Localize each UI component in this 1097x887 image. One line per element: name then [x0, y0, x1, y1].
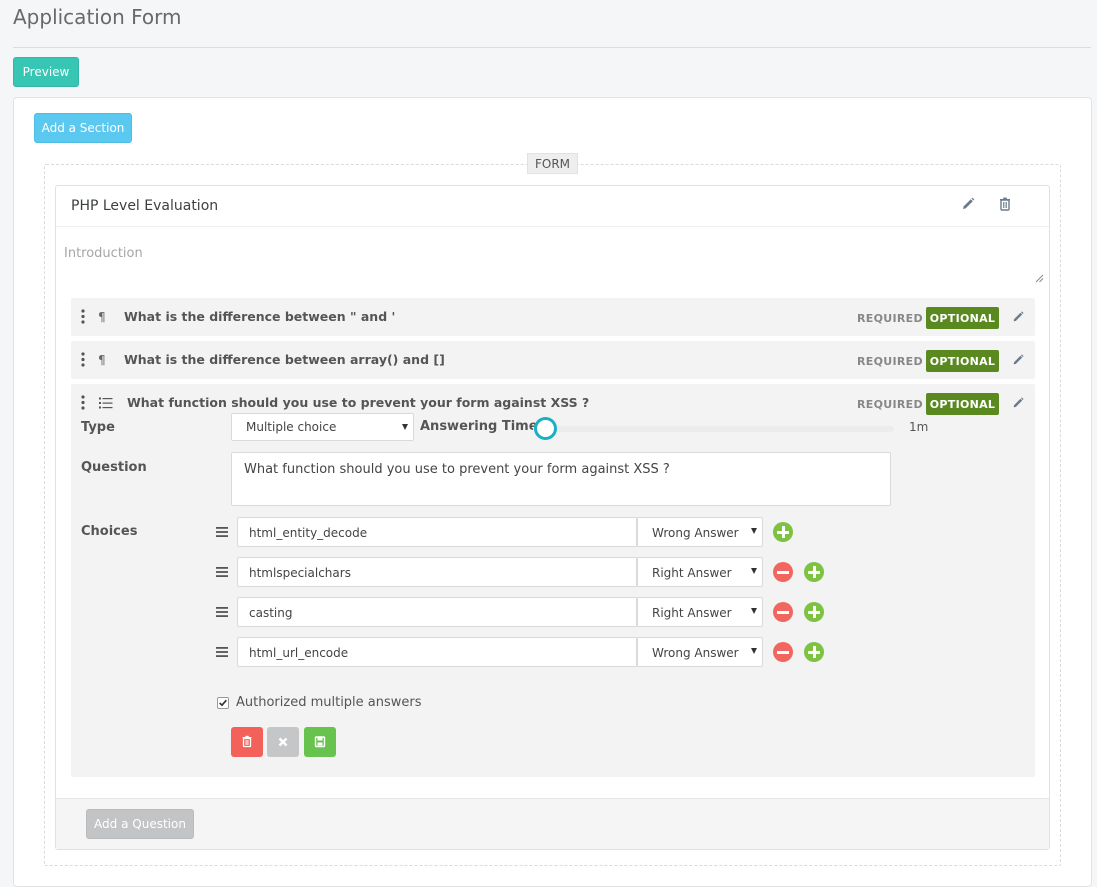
choice-answer-select[interactable]: Right Answer — [637, 557, 763, 587]
choice-answer-value: Right Answer — [652, 606, 732, 620]
add-choice-button[interactable] — [804, 602, 824, 622]
cancel-question-button[interactable] — [267, 727, 299, 757]
save-icon — [314, 736, 326, 748]
answering-time-slider[interactable] — [533, 426, 894, 432]
paragraph-icon: ¶ — [98, 310, 106, 324]
choice-text-input[interactable]: casting — [237, 597, 637, 627]
pencil-icon[interactable] — [960, 196, 976, 212]
trash-icon[interactable] — [997, 196, 1013, 212]
reorder-handle-icon[interactable] — [216, 526, 228, 538]
add-question-button[interactable]: Add a Question — [86, 809, 194, 839]
caret-down-icon — [751, 528, 757, 534]
add-choice-button[interactable] — [804, 642, 824, 662]
pencil-icon[interactable] — [1011, 353, 1025, 367]
caret-down-icon — [751, 608, 757, 614]
choice-answer-select[interactable]: Wrong Answer — [637, 637, 763, 667]
question-row[interactable]: ¶ What is the difference between array()… — [71, 341, 1035, 379]
question-row[interactable]: ¶ What is the difference between " and '… — [71, 298, 1035, 336]
choice-answer-select[interactable]: Right Answer — [637, 597, 763, 627]
add-choice-button[interactable] — [804, 562, 824, 582]
required-toggle[interactable]: REQUIRED — [857, 355, 923, 368]
reorder-handle-icon[interactable] — [216, 606, 228, 618]
page-title: Application Form — [13, 5, 182, 29]
pencil-icon[interactable] — [1011, 396, 1025, 410]
question-title: What is the difference between array() a… — [124, 352, 445, 367]
question-title: What function should you use to prevent … — [127, 395, 590, 410]
choice-text-input[interactable]: html_entity_decode — [237, 517, 637, 547]
save-question-button[interactable] — [304, 727, 336, 757]
caret-down-icon — [402, 424, 408, 430]
optional-toggle[interactable]: OPTIONAL — [926, 350, 999, 372]
form-section: PHP Level Evaluation ¶ What is the diffe… — [55, 185, 1050, 850]
choice-answer-value: Wrong Answer — [652, 526, 739, 540]
drag-handle-icon[interactable] — [81, 395, 85, 410]
choice-row: casting Right Answer — [71, 597, 831, 627]
close-icon — [278, 737, 288, 747]
choice-text-input[interactable]: html_url_encode — [237, 637, 637, 667]
trash-icon — [242, 735, 252, 748]
question-label: Question — [81, 460, 147, 475]
remove-choice-button[interactable] — [773, 642, 793, 662]
required-toggle[interactable]: REQUIRED — [857, 312, 923, 325]
section-title: PHP Level Evaluation — [71, 198, 219, 214]
resize-grip-icon[interactable] — [1035, 274, 1044, 283]
remove-choice-button[interactable] — [773, 562, 793, 582]
answering-time-label: Answering Time — [420, 419, 538, 434]
section-header: PHP Level Evaluation — [56, 186, 1049, 227]
form-legend: FORM — [527, 153, 578, 174]
choice-answer-select[interactable]: Wrong Answer — [637, 517, 763, 547]
add-choice-button[interactable] — [773, 522, 793, 542]
choice-answer-value: Wrong Answer — [652, 646, 739, 660]
pencil-icon[interactable] — [1011, 310, 1025, 324]
slider-handle[interactable] — [534, 417, 557, 440]
choice-row: html_entity_decode Wrong Answer — [71, 517, 831, 547]
reorder-handle-icon[interactable] — [216, 566, 228, 578]
optional-toggle[interactable]: OPTIONAL — [926, 307, 999, 329]
question-type-value: Multiple choice — [246, 420, 337, 434]
authorized-multiple-checkbox[interactable] — [217, 697, 229, 709]
title-divider — [13, 47, 1091, 48]
paragraph-icon: ¶ — [98, 353, 106, 367]
choice-answer-value: Right Answer — [652, 566, 732, 580]
choice-row: htmlspecialchars Right Answer — [71, 557, 831, 587]
drag-handle-icon[interactable] — [81, 309, 85, 324]
choice-row: html_url_encode Wrong Answer — [71, 637, 831, 667]
answering-time-value: 1m — [909, 420, 929, 434]
question-title: What is the difference between " and ' — [124, 309, 396, 324]
choice-text-input[interactable]: htmlspecialchars — [237, 557, 637, 587]
remove-choice-button[interactable] — [773, 602, 793, 622]
caret-down-icon — [751, 648, 757, 654]
question-editor: What function should you use to prevent … — [71, 384, 1035, 777]
delete-question-button[interactable] — [231, 727, 263, 757]
reorder-handle-icon[interactable] — [216, 646, 228, 658]
question-textarea[interactable]: What function should you use to prevent … — [231, 452, 891, 506]
type-label: Type — [81, 420, 115, 435]
check-icon — [219, 699, 227, 707]
add-section-button[interactable]: Add a Section — [34, 113, 132, 143]
introduction-textarea[interactable] — [57, 228, 1048, 286]
list-icon — [99, 397, 113, 409]
optional-toggle[interactable]: OPTIONAL — [926, 393, 999, 415]
section-footer: Add a Question — [56, 798, 1049, 849]
question-type-select[interactable]: Multiple choice — [231, 413, 414, 441]
caret-down-icon — [751, 568, 757, 574]
authorized-multiple-label: Authorized multiple answers — [236, 695, 422, 710]
drag-handle-icon[interactable] — [81, 352, 85, 367]
required-toggle[interactable]: REQUIRED — [857, 398, 923, 411]
preview-button[interactable]: Preview — [13, 57, 79, 87]
